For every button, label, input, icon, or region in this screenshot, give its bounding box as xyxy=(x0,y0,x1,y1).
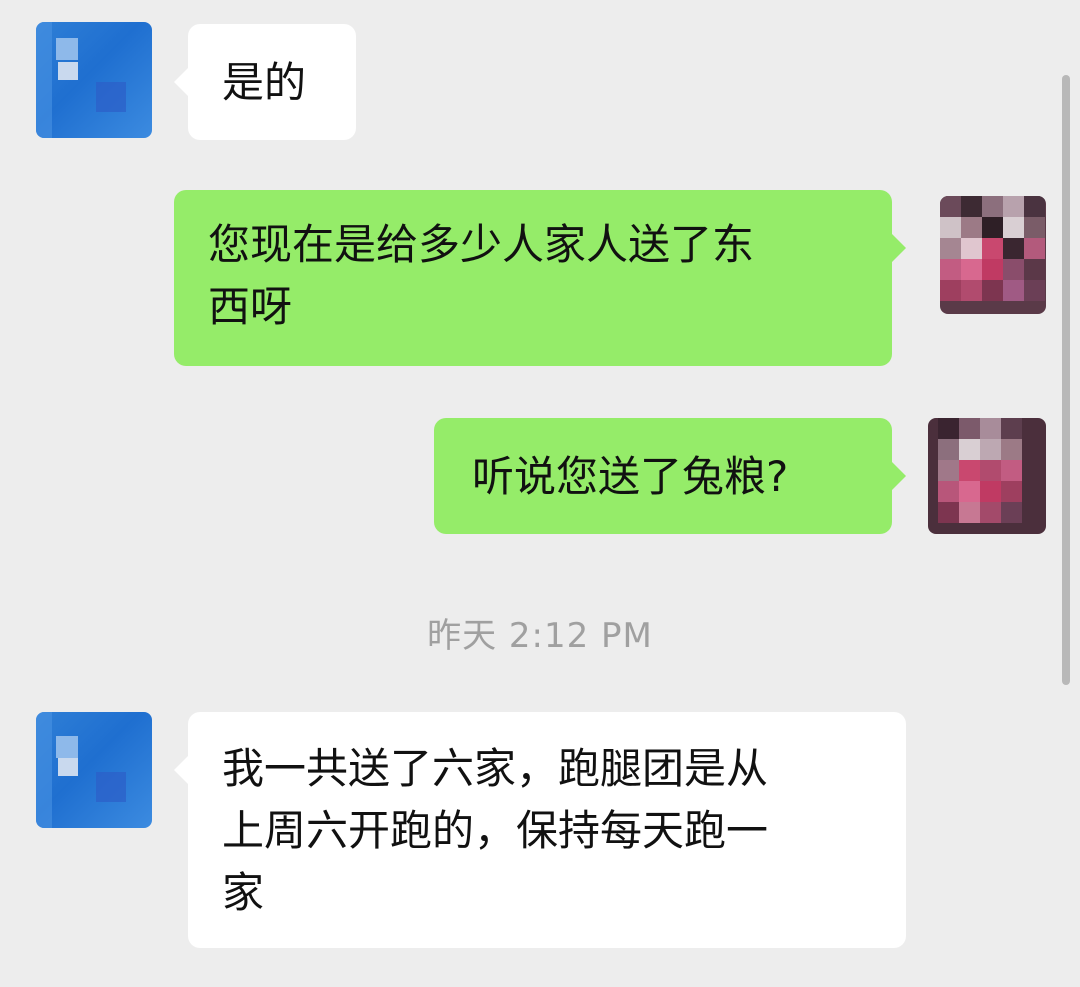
message-timestamp: 昨天 2:12 PM xyxy=(427,616,653,656)
message-text: 您现在是给多少人家人送了东 西呀 xyxy=(208,220,755,331)
message-bubble-outgoing[interactable]: 听说您送了兔粮? xyxy=(434,418,906,534)
contact-avatar-icon[interactable] xyxy=(36,712,152,828)
chat-scrollbar[interactable] xyxy=(1062,75,1070,685)
message-bubble-incoming[interactable]: 我一共送了六家，跑腿团是从 上周六开跑的，保持每天跑一 家 xyxy=(174,712,906,948)
self-avatar-icon[interactable] xyxy=(928,418,1046,534)
self-avatar-icon[interactable] xyxy=(940,196,1046,314)
message-bubble-incoming[interactable]: 是的 xyxy=(174,24,356,140)
contact-avatar-icon[interactable] xyxy=(36,22,152,138)
message-text: 是的 xyxy=(222,58,307,107)
message-bubble-outgoing[interactable]: 您现在是给多少人家人送了东 西呀 xyxy=(174,190,906,366)
message-text: 我一共送了六家，跑腿团是从 上周六开跑的，保持每天跑一 家 xyxy=(222,744,769,917)
message-text: 听说您送了兔粮? xyxy=(472,452,789,501)
